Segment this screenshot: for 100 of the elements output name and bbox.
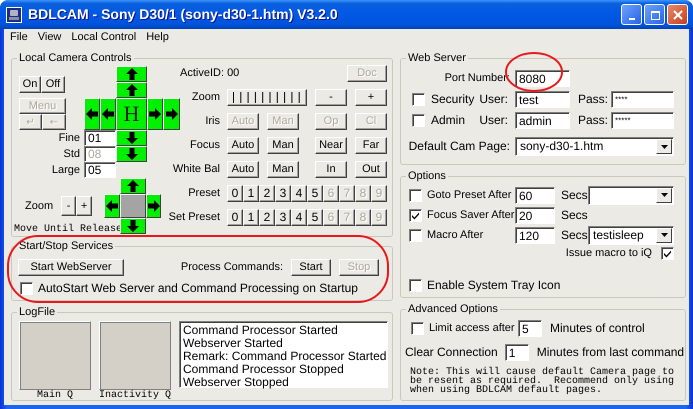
preset-button[interactable]: 1: [243, 209, 259, 226]
clear-connection-label: Clear Connection: [405, 346, 499, 359]
close-button[interactable]: [667, 4, 688, 25]
control-button[interactable]: In: [315, 161, 347, 178]
left-arrow-icon: [86, 108, 98, 120]
control-button[interactable]: Man: [267, 161, 299, 178]
zoom-button[interactable]: -: [61, 196, 76, 216]
checkbox-label: Enable System Tray Icon: [427, 279, 560, 292]
checkbox[interactable]: [409, 208, 422, 222]
seconds-field[interactable]: 120: [515, 226, 555, 244]
log-list[interactable]: Command Processor Started Webserver Started Remark: Command Processor Started Command Processor Stopped Webserver Stopped: [179, 321, 388, 388]
preset-button[interactable]: 0: [227, 209, 243, 226]
control-button[interactable]: Auto: [227, 137, 259, 154]
preset-button[interactable]: 1: [243, 185, 259, 202]
group-title: Start/Stop Services: [18, 240, 114, 253]
checkbox[interactable]: [412, 93, 425, 106]
start-webserver-button[interactable]: Start WebServer: [18, 259, 124, 276]
preset-button[interactable]: 4: [291, 209, 307, 226]
seconds-field[interactable]: 60: [515, 186, 555, 204]
preset-button[interactable]: 4: [291, 185, 307, 202]
minutes-field[interactable]: 1: [504, 344, 529, 361]
user-field[interactable]: test: [515, 91, 570, 108]
control-button[interactable]: Auto: [227, 161, 259, 178]
control-button[interactable]: Man: [267, 137, 299, 154]
arrow-button[interactable]: [84, 98, 100, 130]
maximize-button[interactable]: [644, 4, 665, 25]
dropdown[interactable]: testisleep: [588, 226, 674, 244]
checkbox[interactable]: [409, 188, 422, 202]
group-title: Options: [407, 170, 447, 183]
step-field[interactable]: 01: [84, 130, 116, 146]
arrow-button[interactable]: [104, 194, 120, 218]
close-icon: [670, 8, 684, 22]
preset-button[interactable]: 5: [307, 185, 323, 202]
preset-button[interactable]: 3: [275, 209, 291, 226]
step-field[interactable]: 05: [84, 162, 116, 178]
checkmark-icon: [411, 210, 420, 220]
minimize-button[interactable]: [621, 4, 642, 25]
center-button[interactable]: [120, 194, 146, 218]
arrow-button[interactable]: [120, 218, 146, 234]
menu-item[interactable]: View: [32, 29, 66, 46]
arrow-button[interactable]: [116, 130, 147, 146]
caret-icon: [660, 144, 668, 148]
minutes-field[interactable]: 5: [518, 320, 542, 337]
checkmark-icon: [663, 249, 672, 258]
preset-button[interactable]: 3: [275, 185, 291, 202]
checkbox[interactable]: [20, 282, 33, 295]
default-page-label: Default Cam Page:: [408, 140, 510, 153]
checkbox-label: Focus Saver After: [427, 208, 514, 222]
app-icon: [6, 6, 22, 22]
checkbox[interactable]: [661, 247, 674, 260]
checkbox-label: AutoStart Web Server and Command Processing on Startup: [38, 282, 358, 295]
menu-item[interactable]: Help: [141, 29, 174, 46]
control-button[interactable]: Far: [355, 137, 387, 154]
control-button[interactable]: Out: [355, 161, 387, 178]
arrow-button[interactable]: [147, 98, 163, 130]
arrow-button[interactable]: [116, 146, 147, 162]
home-button[interactable]: H: [116, 98, 147, 130]
password-label: Pass:: [578, 93, 610, 106]
password-field[interactable]: ****: [611, 91, 674, 108]
control-button[interactable]: Near: [315, 137, 347, 154]
checkbox[interactable]: [411, 322, 424, 335]
start-button[interactable]: Start: [291, 259, 331, 276]
checkbox-label: Limit access after: [429, 322, 515, 335]
arrow-button[interactable]: [146, 194, 161, 218]
dropdown[interactable]: sony-d30-1.htm: [515, 137, 674, 156]
active-id-label: ActiveID: 00: [180, 67, 240, 80]
power-button[interactable]: Off: [41, 76, 65, 92]
zoom-scale[interactable]: [227, 89, 307, 106]
power-button[interactable]: On: [19, 76, 41, 92]
arrow-button[interactable]: [116, 82, 147, 98]
group-title: LogFile: [18, 306, 56, 319]
port-field[interactable]: 8080: [515, 70, 570, 87]
preset-button[interactable]: 0: [227, 185, 243, 202]
zoom-button[interactable]: +: [76, 196, 92, 216]
user-label: User:: [479, 93, 508, 106]
caret-icon: [660, 233, 668, 237]
menu-item[interactable]: File: [5, 29, 33, 46]
menu-item[interactable]: Local Control: [66, 29, 142, 46]
preset-button[interactable]: 2: [259, 185, 275, 202]
arrow-button[interactable]: [120, 178, 146, 194]
row-label: Preset: [187, 187, 220, 200]
checkbox[interactable]: [409, 279, 422, 292]
arrow-button[interactable]: [100, 98, 116, 130]
arrow-button[interactable]: [116, 66, 147, 82]
left-arrow-icon: [102, 108, 114, 120]
zoom-button[interactable]: -: [315, 89, 347, 106]
dropdown[interactable]: [588, 186, 674, 204]
checkbox[interactable]: [412, 114, 425, 127]
preset-button[interactable]: 2: [259, 209, 275, 226]
checkbox[interactable]: [409, 228, 422, 242]
arrow-button[interactable]: [163, 98, 180, 130]
password-field[interactable]: *****: [611, 112, 674, 129]
seconds-field[interactable]: 20: [515, 206, 555, 224]
process-commands-label: Process Commands:: [180, 261, 283, 274]
unit-label: Secs: [561, 208, 588, 222]
queue-label: Inactivity Q: [99, 391, 172, 401]
zoom-button[interactable]: +: [355, 89, 387, 106]
preset-button[interactable]: 5: [307, 209, 323, 226]
user-field[interactable]: admin: [515, 112, 570, 129]
log-entry: Command Processor Started: [183, 324, 339, 337]
